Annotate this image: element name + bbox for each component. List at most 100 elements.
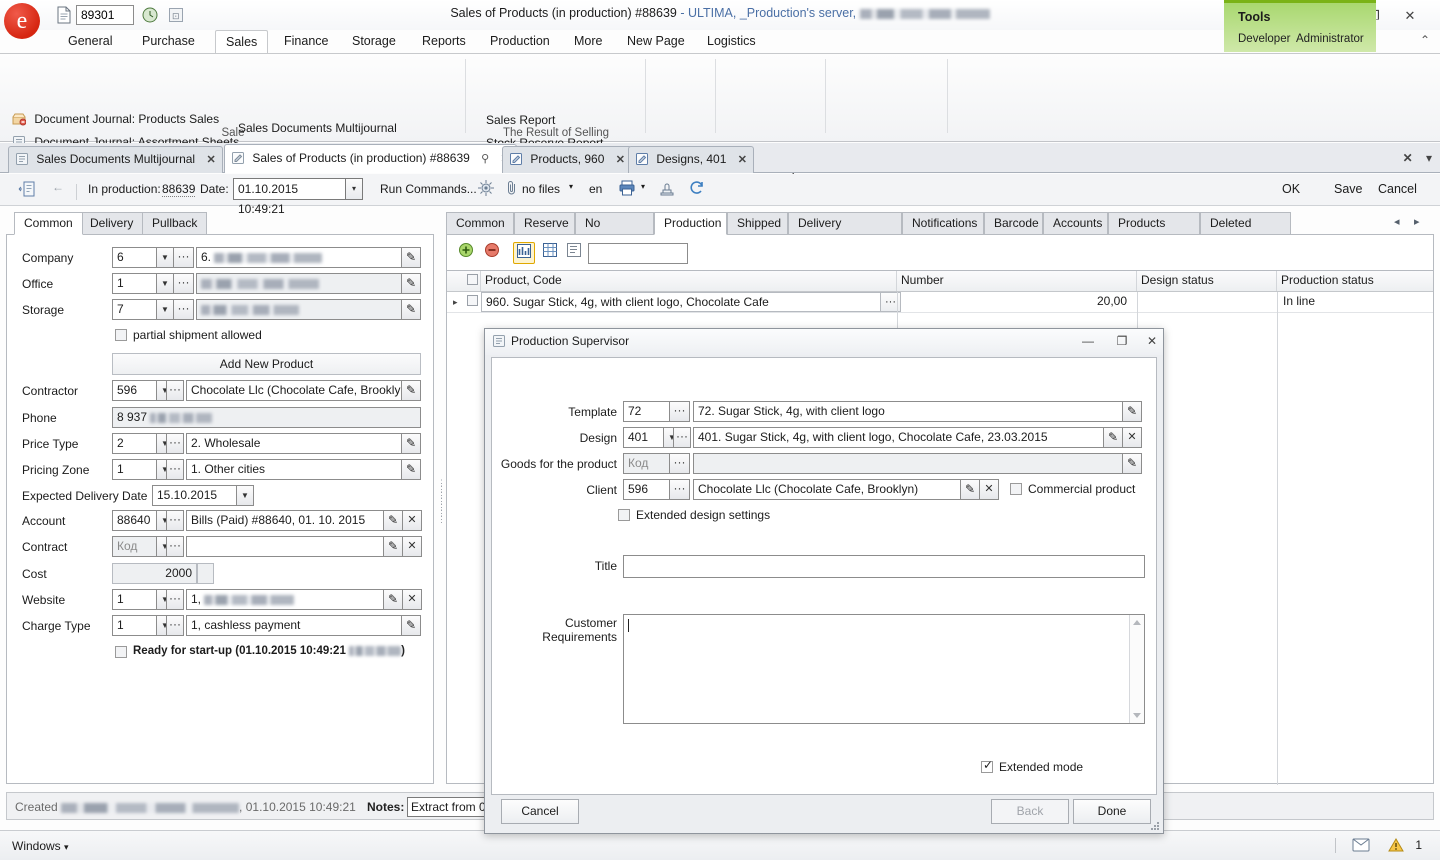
menu-item-more[interactable]: More (564, 30, 612, 54)
menu-item-finance[interactable]: Finance (274, 30, 338, 54)
goods-edit-icon[interactable]: ✎ (1123, 453, 1142, 474)
scroll-down-arrow-icon[interactable] (1133, 713, 1141, 718)
stamp-icon[interactable] (658, 179, 676, 200)
cell-production-status[interactable]: In line (1279, 292, 1429, 312)
contract-edit-icon[interactable]: ✎ (384, 536, 403, 557)
tab-barcode[interactable]: Barcode (984, 212, 1043, 235)
pricing-zone-browse-button[interactable]: ··· (166, 459, 184, 480)
price-type-code-input[interactable]: 2 (112, 433, 157, 454)
windows-menu-button[interactable]: Windows ▾ (12, 839, 69, 853)
row-checkbox[interactable] (467, 295, 478, 306)
design-code-input[interactable]: 401 (623, 427, 664, 448)
list-view-icon[interactable] (563, 242, 585, 264)
goods-name-field[interactable] (693, 453, 1123, 474)
contract-name-field[interactable] (186, 536, 384, 557)
files-label[interactable]: no files (522, 182, 560, 196)
company-name-field[interactable]: 6. (196, 247, 402, 268)
settings-gear-icon[interactable] (476, 178, 496, 201)
date-input[interactable]: 01.10.2015 10:49:21 (233, 178, 346, 216)
website-browse-button[interactable]: ··· (166, 589, 184, 610)
language-label[interactable]: en (589, 182, 602, 196)
office-edit-icon[interactable]: ✎ (402, 273, 421, 294)
tabs-scroll-left-icon[interactable]: ◂ (1394, 215, 1400, 228)
commercial-product-checkbox[interactable] (1010, 483, 1022, 495)
website-edit-icon[interactable]: ✎ (384, 589, 403, 610)
contractor-name-field[interactable]: Chocolate Llc (Chocolate Cafe, Brooklyn) (186, 380, 402, 401)
company-edit-icon[interactable]: ✎ (402, 247, 421, 268)
template-name-field[interactable]: 72. Sugar Stick, 4g, with client logo (693, 401, 1123, 422)
pin-icon[interactable]: ⚲ (481, 153, 489, 165)
dialog-restore-button[interactable]: ❐ (1111, 333, 1133, 351)
open-panel-icon[interactable] (18, 180, 38, 201)
storage-code-input[interactable]: 7 (112, 299, 157, 320)
storage-browse-button[interactable]: ··· (174, 299, 194, 320)
contract-browse-button[interactable]: ··· (166, 536, 184, 557)
ribbon-item-sales-report[interactable]: Sales Report (486, 113, 555, 127)
attachment-clip-icon[interactable] (506, 179, 518, 200)
tab-delivery[interactable]: Delivery (80, 212, 144, 235)
client-browse-button[interactable]: ··· (670, 479, 690, 500)
partial-shipment-checkbox[interactable] (115, 329, 127, 341)
title-input[interactable] (623, 555, 1145, 578)
account-edit-icon[interactable]: ✎ (384, 510, 403, 531)
cancel-button[interactable]: Cancel (1378, 182, 1417, 196)
design-clear-icon[interactable]: ✕ (1123, 427, 1142, 448)
charge-type-edit-icon[interactable]: ✎ (402, 615, 421, 636)
print-dropdown-icon[interactable]: ▾ (641, 182, 645, 191)
collapse-ribbon-icon[interactable]: ⌃ (1420, 33, 1430, 47)
grid-header-production-status[interactable]: Production status (1277, 271, 1433, 291)
dialog-done-button[interactable]: Done (1073, 799, 1151, 824)
tab-list-icon[interactable]: ▾ (1426, 151, 1432, 165)
tab-delivery-available[interactable]: Delivery (Available) (788, 212, 902, 251)
dialog-cancel-button[interactable]: Cancel (501, 799, 579, 824)
status-value[interactable]: 88639 (162, 182, 196, 197)
storage-edit-icon[interactable]: ✎ (402, 299, 421, 320)
cost-value-field[interactable]: 2000 (112, 563, 197, 584)
tab-no-reserve[interactable]: No Reserve (575, 212, 654, 251)
contractor-edit-icon[interactable]: ✎ (402, 380, 421, 401)
menu-item-logistics[interactable]: Logistics (697, 30, 766, 54)
account-code-input[interactable]: 88640 (112, 510, 157, 531)
grid-search-input[interactable] (588, 243, 688, 264)
chart-view-icon[interactable] (513, 242, 535, 264)
office-code-input[interactable]: 1 (112, 273, 157, 294)
scroll-up-arrow-icon[interactable] (1133, 620, 1141, 625)
doc-tab-designs-401[interactable]: Designs, 401 ✕ (628, 146, 754, 173)
dialog-resize-handle[interactable] (1151, 822, 1160, 831)
website-clear-icon[interactable]: ✕ (403, 589, 422, 610)
grid-header-design-status[interactable]: Design status (1137, 271, 1277, 291)
close-button[interactable]: ✕ (1396, 6, 1424, 26)
template-code-input[interactable]: 72 (623, 401, 670, 422)
tab-common[interactable]: Common (14, 212, 83, 235)
menu-item-sales[interactable]: Sales (215, 30, 269, 55)
table-row[interactable]: ▸ 960. Sugar Stick, 4g, with client logo… (447, 292, 1433, 313)
website-code-input[interactable]: 1 (112, 589, 157, 610)
tab-shipped[interactable]: Shipped (727, 212, 788, 235)
menu-item-new-page[interactable]: New Page (617, 30, 695, 54)
tab-reserve[interactable]: Reserve (514, 212, 575, 235)
template-edit-icon[interactable]: ✎ (1123, 401, 1142, 422)
charge-type-code-input[interactable]: 1 (112, 615, 157, 636)
plus-circle-icon[interactable] (455, 242, 477, 264)
ribbon-item-sales-documents-multijournal[interactable]: Sales Documents Multijournal (238, 121, 397, 135)
contractor-browse-button[interactable]: ··· (166, 380, 184, 401)
run-commands-button[interactable]: Run Commands... (380, 182, 477, 196)
pricing-zone-name-field[interactable]: 1. Other cities (186, 459, 402, 480)
save-button[interactable]: Save (1334, 182, 1363, 196)
template-browse-button[interactable]: ··· (670, 401, 690, 422)
price-type-name-field[interactable]: 2. Wholesale (186, 433, 402, 454)
close-icon[interactable]: ✕ (738, 154, 747, 166)
tab-notifications[interactable]: Notifications (902, 212, 984, 235)
expected-delivery-dropdown-icon[interactable]: ▼ (237, 485, 254, 506)
grid-header-product-code[interactable]: Product, Code (481, 271, 897, 291)
goods-code-input[interactable]: Код (623, 453, 670, 474)
company-dropdown-icon[interactable]: ▼ (157, 247, 174, 268)
ok-button[interactable]: OK (1282, 182, 1300, 196)
row-select-cell[interactable] (463, 292, 481, 312)
menu-item-storage[interactable]: Storage (342, 30, 406, 54)
office-name-field[interactable] (196, 273, 402, 294)
menu-item-purchase[interactable]: Purchase (132, 30, 205, 54)
client-edit-icon[interactable]: ✎ (961, 479, 980, 500)
contract-code-input[interactable]: Код (112, 536, 157, 557)
close-all-tabs-icon[interactable]: ✕ (1403, 151, 1413, 165)
